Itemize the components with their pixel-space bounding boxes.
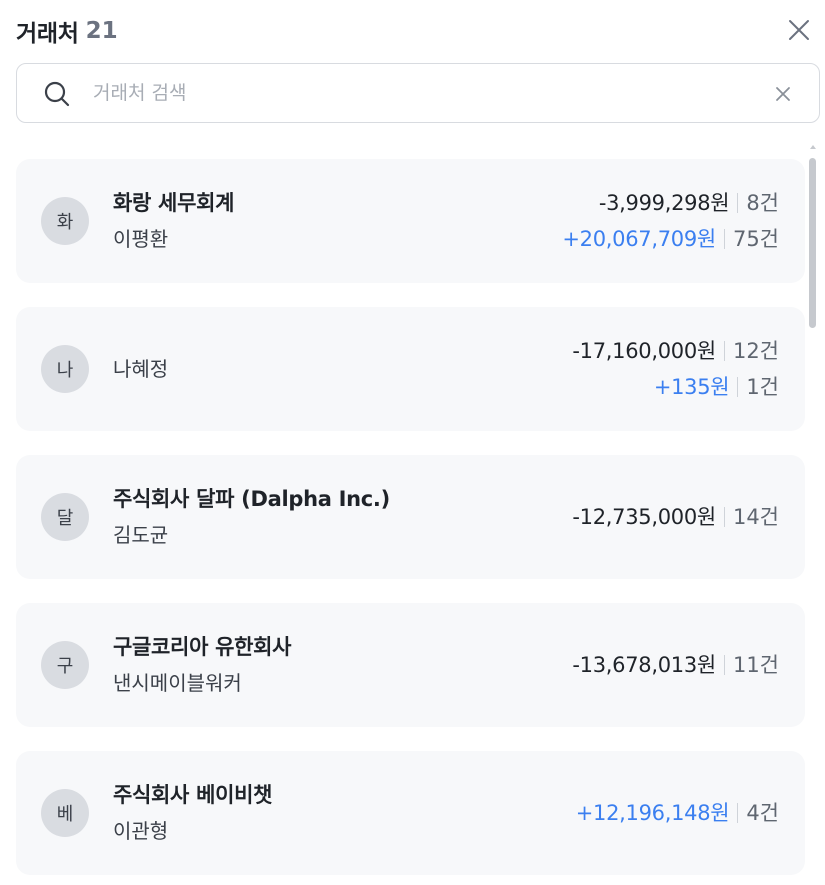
search-input[interactable] [93, 76, 743, 110]
clear-icon [776, 87, 790, 101]
transaction-count: 14건 [732, 505, 779, 529]
amount-row: -17,160,000원 12건 [572, 336, 779, 366]
client-card[interactable]: 베 주식회사 베이비챗 이관형 +12,196,148원 4건 [16, 751, 805, 875]
divider [723, 341, 725, 361]
amount-value: +135원 [653, 375, 730, 399]
transaction-count: 4건 [746, 801, 779, 825]
client-info: 주식회사 베이비챗 이관형 [113, 751, 272, 875]
divider [723, 507, 725, 527]
transaction-count: 75건 [732, 227, 779, 251]
divider [737, 377, 739, 397]
amount-row: -12,735,000원 14건 [572, 502, 779, 532]
divider [737, 803, 739, 823]
amount-value: -17,160,000원 [572, 339, 716, 363]
avatar: 화 [41, 197, 89, 245]
amount-row: -13,678,013원 11건 [572, 650, 779, 680]
client-info: 구글코리아 유한회사 낸시메이블워커 [113, 603, 292, 727]
search-box [16, 63, 820, 123]
amount-value: +20,067,709원 [562, 227, 716, 251]
client-name: 주식회사 달파 (Dalpha Inc.) [113, 487, 390, 511]
transaction-count: 12건 [732, 339, 779, 363]
amount-value: -12,735,000원 [572, 505, 716, 529]
amount-row: +135원 1건 [654, 372, 779, 402]
client-name: 화랑 세무회계 [113, 191, 235, 215]
client-representative: 나혜정 [113, 357, 169, 381]
divider [737, 193, 739, 213]
client-amounts: -13,678,013원 11건 [572, 603, 779, 727]
amount-row: -3,999,298원 8건 [599, 188, 779, 218]
avatar: 구 [41, 641, 89, 689]
page-title: 거래처 [16, 21, 79, 47]
transaction-count: 8건 [746, 191, 779, 215]
client-amounts: -12,735,000원 14건 [572, 455, 779, 579]
amount-row: +20,067,709원 75건 [562, 224, 779, 254]
client-representative: 김도균 [113, 523, 169, 547]
client-name: 구글코리아 유한회사 [113, 635, 292, 659]
client-count: 21 [85, 18, 118, 44]
close-icon [789, 20, 809, 40]
client-amounts: -3,999,298원 8건 +20,067,709원 75건 [562, 159, 779, 283]
transaction-count: 1건 [746, 375, 779, 399]
amount-value: -13,678,013원 [572, 653, 716, 677]
panel-header: 거래처 21 [16, 14, 813, 48]
client-card[interactable]: 나 나혜정 -17,160,000원 12건 +135원 1건 [16, 307, 805, 431]
client-card[interactable]: 화 화랑 세무회계 이평환 -3,999,298원 8건 +20,067,709… [16, 159, 805, 283]
scrollbar-thumb[interactable] [809, 158, 816, 328]
client-amounts: -17,160,000원 12건 +135원 1건 [572, 307, 779, 431]
divider [723, 229, 725, 249]
client-panel: 거래처 21 화 화랑 세무회계 이평환 [0, 0, 825, 885]
search-icon [44, 81, 70, 107]
client-info: 화랑 세무회계 이평환 [113, 159, 234, 283]
amount-value: -3,999,298원 [598, 191, 730, 215]
clear-search-button[interactable] [771, 82, 795, 106]
amount-row: +12,196,148원 4건 [576, 798, 779, 828]
client-amounts: +12,196,148원 4건 [576, 751, 779, 875]
divider [723, 655, 725, 675]
client-name: 주식회사 베이비챗 [113, 783, 273, 807]
avatar: 달 [41, 493, 89, 541]
client-info: 나혜정 [113, 307, 168, 431]
client-card[interactable]: 구 구글코리아 유한회사 낸시메이블워커 -13,678,013원 11건 [16, 603, 805, 727]
avatar: 베 [41, 789, 89, 837]
client-info: 주식회사 달파 (Dalpha Inc.) 김도균 [113, 455, 390, 579]
close-button[interactable] [785, 16, 813, 44]
scroll-up-arrow[interactable] [809, 144, 817, 150]
client-list: 화 화랑 세무회계 이평환 -3,999,298원 8건 +20,067,709… [16, 159, 806, 875]
client-representative: 이평환 [113, 227, 169, 251]
avatar: 나 [41, 345, 89, 393]
client-card[interactable]: 달 주식회사 달파 (Dalpha Inc.) 김도균 -12,735,000원… [16, 455, 805, 579]
client-representative: 이관형 [113, 819, 169, 843]
transaction-count: 11건 [732, 653, 779, 677]
amount-value: +12,196,148원 [575, 801, 730, 825]
client-representative: 낸시메이블워커 [113, 671, 242, 695]
